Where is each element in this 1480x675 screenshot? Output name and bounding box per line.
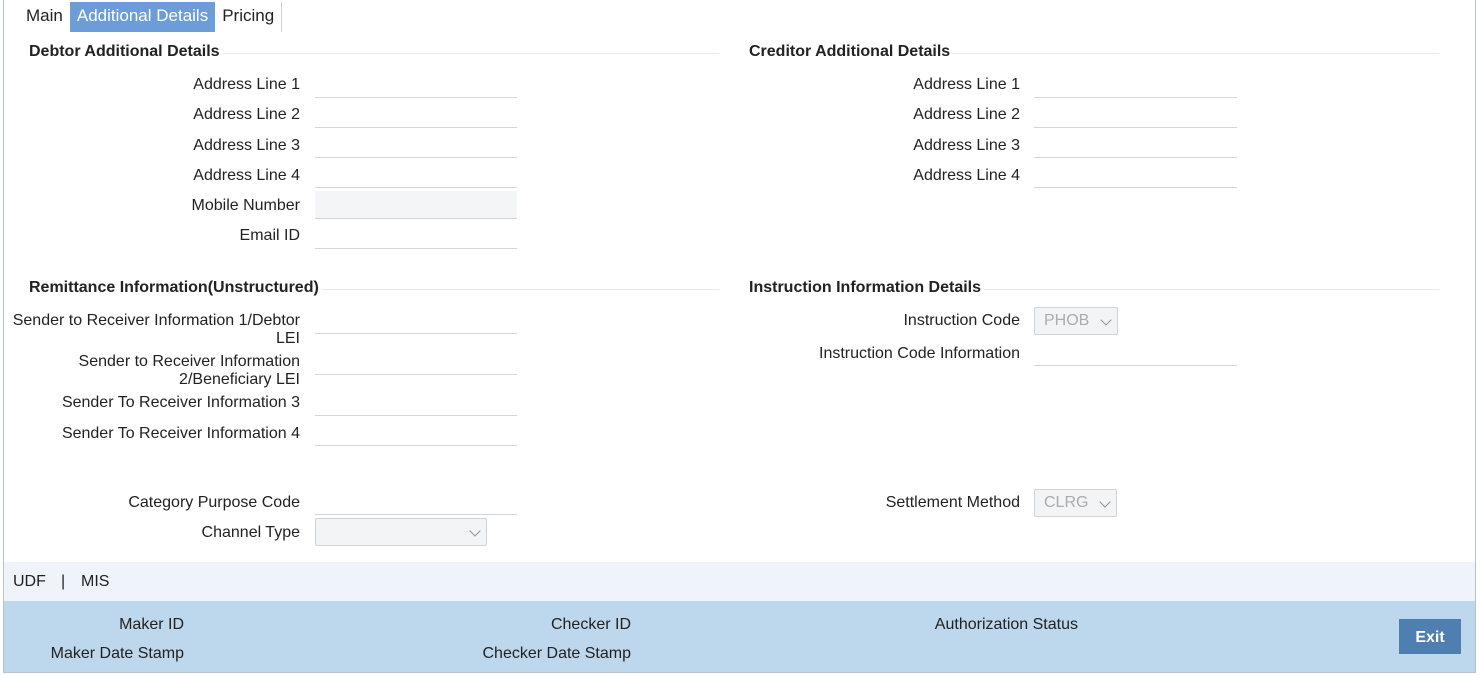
instruction-code-value: PHOB bbox=[1044, 312, 1090, 329]
authorization-status-label: Authorization Status bbox=[934, 616, 1078, 633]
sender-receiver-info-2-label: Sender to Receiver Information 2/Benefic… bbox=[78, 353, 300, 388]
category-purpose-code-label: Category Purpose Code bbox=[128, 494, 300, 511]
debtor-section-title: Debtor Additional Details bbox=[29, 43, 220, 60]
footer-audit-panel bbox=[4, 601, 1475, 672]
tab-additional-details[interactable]: Additional Details bbox=[69, 2, 216, 32]
creditor-address-line-4-input[interactable] bbox=[1034, 160, 1237, 188]
remittance-section-rule bbox=[322, 289, 719, 290]
creditor-address-line-1-label: Address Line 1 bbox=[913, 76, 1020, 93]
instruction-section-rule bbox=[984, 289, 1439, 290]
creditor-address-line-2-label: Address Line 2 bbox=[913, 106, 1020, 123]
mis-link[interactable]: MIS bbox=[81, 573, 109, 591]
settlement-method-select[interactable]: CLRG bbox=[1034, 489, 1117, 517]
chevron-down-icon bbox=[469, 525, 481, 537]
settlement-method-value: CLRG bbox=[1044, 494, 1089, 511]
maker-date-stamp-label: Maker Date Stamp bbox=[50, 645, 184, 662]
instruction-code-select[interactable]: PHOB bbox=[1034, 307, 1118, 335]
settlement-method-label: Settlement Method bbox=[885, 494, 1020, 511]
creditor-address-line-3-input[interactable] bbox=[1034, 130, 1237, 158]
sender-receiver-info-4-input[interactable] bbox=[315, 418, 517, 446]
tab-main[interactable]: Main bbox=[19, 2, 70, 32]
instruction-code-info-input[interactable] bbox=[1034, 338, 1237, 366]
maker-id-label: Maker ID bbox=[119, 616, 184, 633]
checker-id-label: Checker ID bbox=[550, 616, 631, 633]
debtor-address-line-2-input[interactable] bbox=[315, 100, 517, 128]
chevron-down-icon bbox=[1099, 496, 1111, 508]
debtor-address-line-1-label: Address Line 1 bbox=[193, 76, 300, 93]
sender-receiver-info-1-label: Sender to Receiver Information 1/Debtor … bbox=[12, 312, 300, 347]
debtor-address-line-3-label: Address Line 3 bbox=[193, 137, 300, 154]
channel-type-label: Channel Type bbox=[201, 524, 300, 541]
debtor-address-line-1-input[interactable] bbox=[315, 70, 517, 98]
channel-type-select[interactable] bbox=[315, 518, 487, 546]
mobile-number-label: Mobile Number bbox=[191, 197, 300, 214]
chevron-down-icon bbox=[1100, 314, 1112, 326]
creditor-address-line-3-label: Address Line 3 bbox=[913, 137, 1020, 154]
udf-link[interactable]: UDF bbox=[13, 573, 46, 591]
checker-date-stamp-label: Checker Date Stamp bbox=[482, 645, 631, 662]
sender-receiver-info-4-label: Sender To Receiver Information 4 bbox=[61, 425, 300, 442]
email-id-label: Email ID bbox=[239, 227, 300, 244]
creditor-address-line-4-label: Address Line 4 bbox=[913, 167, 1020, 184]
link-separator: | bbox=[61, 573, 66, 590]
instruction-section-title: Instruction Information Details bbox=[749, 279, 982, 296]
tab-bar: Main Additional Details Pricing bbox=[19, 2, 283, 32]
creditor-section-title: Creditor Additional Details bbox=[749, 43, 951, 60]
sender-receiver-info-1-input[interactable] bbox=[315, 306, 517, 334]
creditor-address-line-1-input[interactable] bbox=[1034, 70, 1237, 98]
category-purpose-code-input[interactable] bbox=[315, 487, 517, 515]
sender-receiver-info-3-input[interactable] bbox=[315, 388, 517, 416]
debtor-address-line-4-label: Address Line 4 bbox=[193, 167, 300, 184]
instruction-code-info-label: Instruction Code Information bbox=[819, 345, 1020, 362]
exit-button[interactable]: Exit bbox=[1399, 619, 1461, 654]
tab-pricing[interactable]: Pricing bbox=[215, 2, 281, 32]
email-id-input[interactable] bbox=[315, 221, 517, 249]
debtor-section-rule bbox=[222, 53, 719, 54]
debtor-address-line-2-label: Address Line 2 bbox=[193, 106, 300, 123]
remittance-section-title: Remittance Information(Unstructured) bbox=[29, 279, 319, 296]
udf-mis-bar: UDF | MIS bbox=[4, 562, 1475, 601]
mobile-number-input[interactable] bbox=[315, 191, 517, 219]
creditor-section-rule bbox=[952, 53, 1439, 54]
debtor-address-line-3-input[interactable] bbox=[315, 130, 517, 158]
instruction-code-label: Instruction Code bbox=[903, 312, 1020, 329]
creditor-address-line-2-input[interactable] bbox=[1034, 100, 1237, 128]
sender-receiver-info-2-input[interactable] bbox=[315, 347, 517, 375]
debtor-address-line-4-input[interactable] bbox=[315, 160, 517, 188]
sender-receiver-info-3-label: Sender To Receiver Information 3 bbox=[61, 394, 300, 411]
